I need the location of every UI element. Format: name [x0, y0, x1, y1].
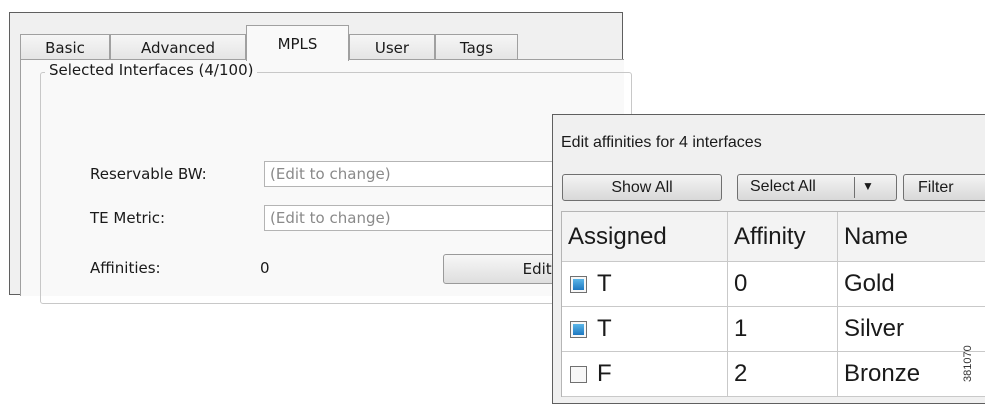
dropdown-arrow-icon[interactable]: ▼ — [862, 179, 874, 193]
tab-user[interactable]: User — [349, 34, 435, 60]
select-all-button[interactable]: Select All ▼ — [737, 174, 897, 201]
affinity-table: Assigned Affinity Name T 0 Gold T 1 Silv… — [561, 211, 985, 397]
popup-title: Edit affinities for 4 interfaces — [561, 134, 762, 151]
group-title: Selected Interfaces (4/100) — [45, 61, 258, 79]
reservable-bw-input[interactable] — [264, 161, 564, 187]
te-metric-label: TE Metric: — [90, 209, 166, 227]
reservable-bw-label: Reservable BW: — [90, 165, 207, 183]
affinity-cell: 1 — [728, 307, 838, 352]
column-header-name[interactable]: Name — [838, 212, 985, 262]
assigned-checkbox[interactable] — [570, 320, 587, 338]
assigned-cell: T — [562, 307, 728, 352]
table-row[interactable]: F 2 Bronze — [562, 352, 985, 397]
affinity-cell: 0 — [728, 262, 838, 307]
select-all-label: Select All — [750, 178, 816, 195]
table-row[interactable]: T 1 Silver — [562, 307, 985, 352]
properties-window: Basic Advanced MPLS User Tags Selected I… — [9, 12, 632, 304]
column-header-affinity[interactable]: Affinity — [728, 212, 838, 262]
assigned-value: F — [597, 360, 612, 387]
assigned-value: T — [597, 315, 612, 342]
affinities-label: Affinities: — [90, 259, 161, 277]
figure-id: 381070 — [962, 345, 974, 382]
tab-mpls[interactable]: MPLS — [246, 25, 349, 61]
te-metric-input[interactable] — [264, 205, 564, 231]
split-separator — [854, 177, 855, 198]
filter-button[interactable]: Filter — [903, 174, 985, 201]
table-row[interactable]: T 0 Gold — [562, 262, 985, 307]
assigned-checkbox[interactable] — [570, 365, 587, 383]
tab-basic[interactable]: Basic — [20, 34, 110, 60]
tab-bar: Basic Advanced MPLS User Tags — [20, 25, 620, 61]
affinity-cell: 2 — [728, 352, 838, 397]
table-header-row: Assigned Affinity Name — [562, 212, 985, 262]
tab-tags[interactable]: Tags — [435, 34, 518, 60]
assigned-cell: F — [562, 352, 728, 397]
assigned-cell: T — [562, 262, 728, 307]
assigned-value: T — [597, 270, 612, 297]
edit-affinities-popup: Edit affinities for 4 interfaces Show Al… — [552, 114, 985, 404]
tab-advanced[interactable]: Advanced — [110, 34, 246, 60]
show-all-button[interactable]: Show All — [562, 174, 722, 201]
column-header-assigned[interactable]: Assigned — [562, 212, 728, 262]
assigned-checkbox[interactable] — [570, 275, 587, 293]
affinities-value: 0 — [260, 259, 270, 277]
name-cell: Gold — [838, 262, 985, 307]
